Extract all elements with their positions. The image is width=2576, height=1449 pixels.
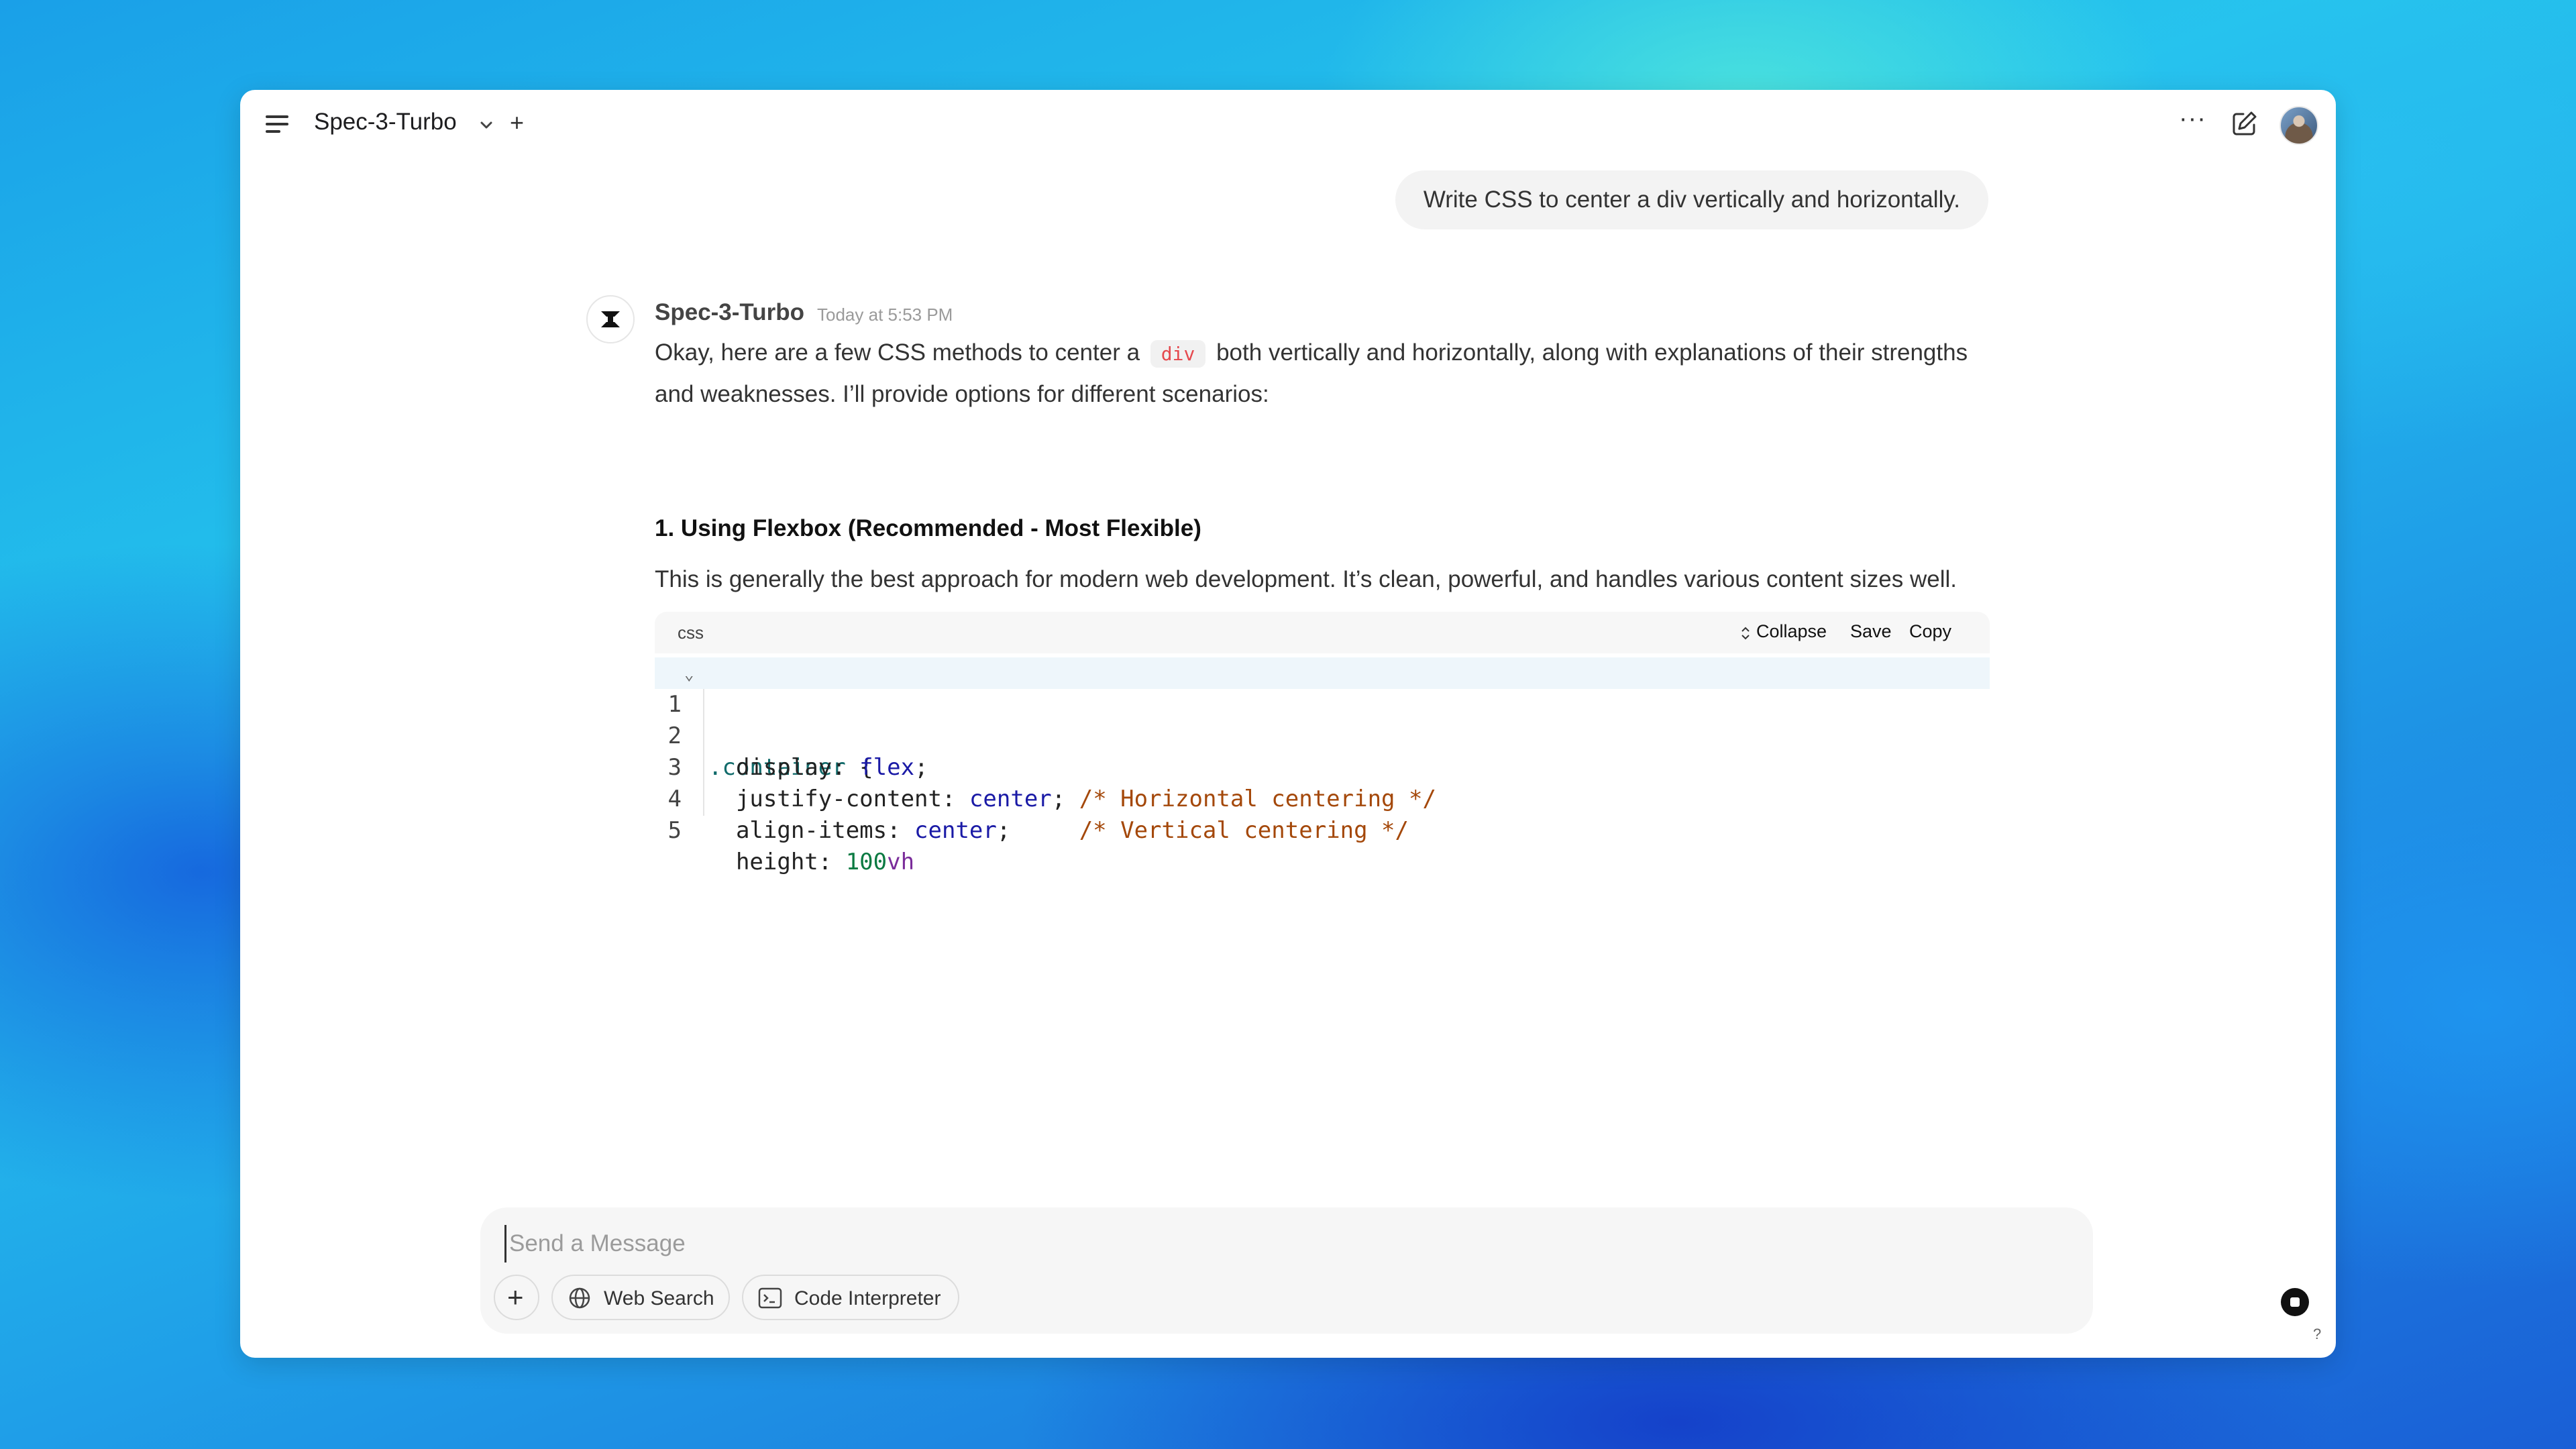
user-avatar[interactable] [2279,106,2318,145]
code-text: height: 100vh [708,849,915,875]
model-selector[interactable]: Spec-3-Turbo [314,109,457,136]
code-block-header: css Collapse Save Copy [655,612,1990,653]
code-line: 3 justify-content: center; /* Horizontal… [655,720,1990,812]
collapse-icon[interactable] [1740,625,1751,641]
code-text: align-items: center; /* Vertical centeri… [708,817,1409,844]
stop-icon [2290,1297,2300,1307]
section-paragraph: This is generally the best approach for … [655,566,1957,592]
attach-button[interactable]: + [494,1275,539,1320]
code-line: 4 align-items: center; /* Vertical cente… [655,752,1990,844]
web-search-label: Web Search [604,1287,714,1309]
line-number: 5 [667,817,682,844]
save-button[interactable]: Save [1850,621,1892,642]
more-options-icon[interactable]: ··· [2179,105,2206,133]
section-heading: 1. Using Flexbox (Recommended - Most Fle… [655,515,1201,541]
code-language-label: css [678,623,704,643]
inline-code: div [1150,340,1206,368]
assistant-intro: Okay, here are a few CSS methods to cent… [655,333,1996,415]
message-input[interactable] [504,1225,2053,1263]
collapse-button[interactable]: Collapse [1756,621,1827,642]
copy-button[interactable]: Copy [1909,621,1951,642]
terminal-icon [758,1287,782,1309]
code-line: 2 display: flex; [655,689,1990,781]
top-bar: Spec-3-Turbo + ··· [240,90,2336,157]
intro-text-before: Okay, here are a few CSS methods to cent… [655,339,1140,366]
code-interpreter-button[interactable]: Code Interpreter [742,1275,959,1320]
sidebar-toggle-icon[interactable] [266,115,290,133]
code-line: 1 ⌄ .container { [655,657,1990,781]
code-lines[interactable]: 1 ⌄ .container { 2 display: flex; 3 just… [655,657,1990,875]
assistant-avatar-icon [586,295,635,343]
web-search-button[interactable]: Web Search [551,1275,730,1320]
code-block: css Collapse Save Copy 1 ⌄ .container { … [655,612,1990,875]
code-interpreter-label: Code Interpreter [794,1287,941,1309]
new-chat-icon[interactable] [2230,109,2259,138]
help-button[interactable]: ? [2313,1326,2321,1343]
plus-icon: + [507,1281,524,1313]
fold-chevron-icon[interactable]: ⌄ [684,659,694,690]
message-composer: + Web Search Code Interpreter [480,1208,2309,1334]
code-line: 5 height: 100vh [655,784,1990,875]
user-message-bubble: Write CSS to center a div vertically and… [1395,170,1988,229]
globe-icon [569,1287,590,1309]
chevron-down-icon[interactable] [476,115,496,136]
stop-generation-button[interactable] [2281,1288,2309,1316]
message-timestamp: Today at 5:53 PM [817,305,953,325]
add-model-icon[interactable]: + [510,109,524,137]
assistant-name: Spec-3-Turbo [655,299,804,325]
chat-window: Spec-3-Turbo + ··· Write CSS to center a… [240,90,2336,1358]
